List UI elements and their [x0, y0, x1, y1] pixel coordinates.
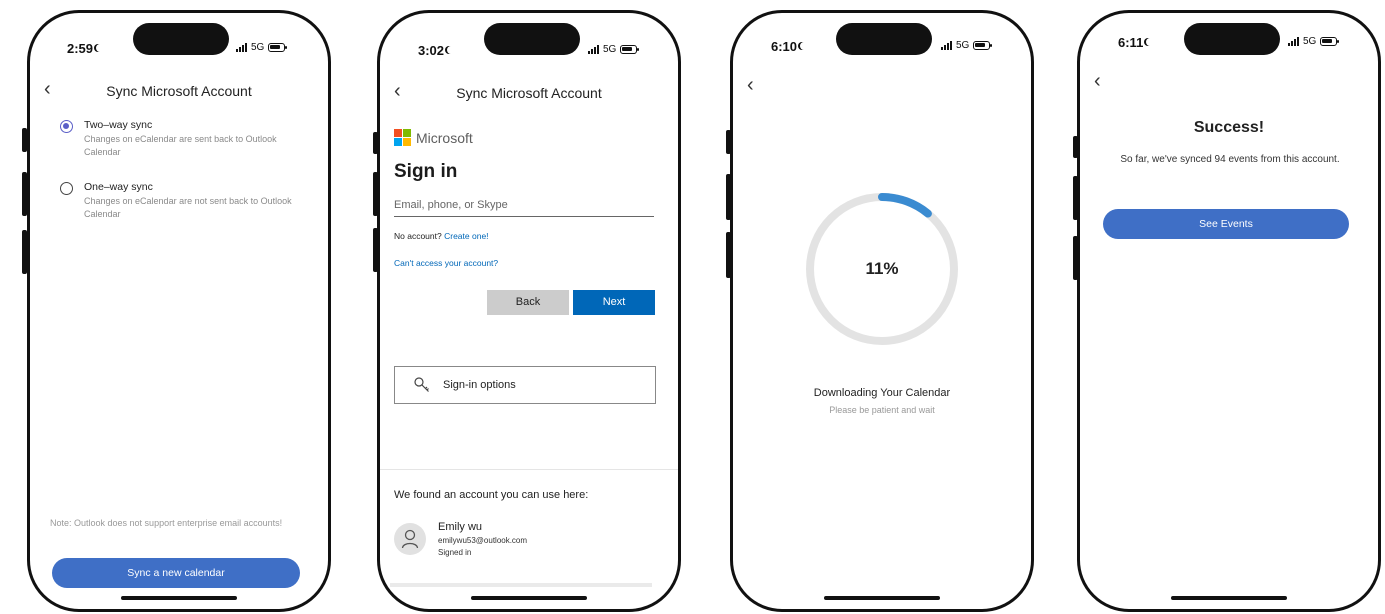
- note-text: Note: Outlook does not support enterpris…: [50, 518, 283, 528]
- status-bar-right: 5G: [236, 42, 288, 53]
- option-one-way-sync[interactable]: One–way sync Changes on eCalendar are no…: [60, 181, 300, 221]
- page-title: Sync Microsoft Account: [456, 85, 602, 101]
- home-indicator: [121, 596, 237, 600]
- page-title: Sync Microsoft Account: [106, 83, 252, 99]
- dynamic-island: [1184, 23, 1280, 55]
- avatar[interactable]: [394, 523, 426, 555]
- network-label: 5G: [603, 44, 617, 55]
- signal-icon: [588, 45, 599, 54]
- battery-icon: [268, 43, 288, 52]
- status-time: 3:02: [418, 43, 455, 58]
- option-title: One–way sync: [84, 181, 153, 193]
- option-description: Changes on eCalendar are not sent back t…: [84, 196, 292, 219]
- download-title: Downloading Your Calendar: [813, 387, 951, 399]
- phone-screen-downloading: 6:10 5G ‹ 11% Downloading Your Calendar …: [730, 10, 1034, 612]
- success-heading: Success!: [1193, 119, 1265, 136]
- divider: [380, 469, 678, 470]
- battery-icon: [1320, 37, 1340, 46]
- microsoft-logo-icon: [394, 129, 411, 146]
- radio-unselected[interactable]: [60, 182, 73, 195]
- progress-ring: 11%: [802, 189, 962, 349]
- found-account-text: We found an account you can use here:: [394, 489, 589, 501]
- network-label: 5G: [1303, 36, 1317, 47]
- see-events-button[interactable]: See Events: [1103, 209, 1349, 239]
- dynamic-island: [133, 23, 229, 55]
- home-indicator: [824, 596, 940, 600]
- create-account-link[interactable]: Create one!: [444, 231, 488, 241]
- microsoft-logo: Microsoft: [394, 129, 473, 146]
- network-label: 5G: [251, 42, 265, 53]
- moon-icon: [447, 46, 455, 54]
- option-two-way-sync[interactable]: Two–way sync Changes on eCalendar are se…: [60, 119, 300, 159]
- no-account-text: No account?: [394, 231, 442, 241]
- next-button[interactable]: Next: [573, 290, 655, 315]
- option-title: Two–way sync: [84, 119, 153, 131]
- success-message: So far, we've synced 94 events from this…: [1120, 154, 1340, 165]
- cant-access-link[interactable]: Can't access your account?: [394, 258, 498, 268]
- bottom-divider: [390, 583, 652, 587]
- account-status: Signed in: [438, 548, 472, 557]
- status-time: 2:59: [67, 41, 104, 56]
- brand-name: Microsoft: [416, 129, 473, 146]
- signal-icon: [941, 41, 952, 50]
- status-time: 6:10: [771, 39, 808, 54]
- back-chevron-icon[interactable]: ‹: [747, 75, 754, 95]
- battery-icon: [620, 45, 640, 54]
- signin-heading: Sign in: [394, 161, 458, 182]
- back-chevron-icon[interactable]: ‹: [1094, 71, 1101, 91]
- status-bar-right: 5G: [1288, 36, 1340, 47]
- sync-new-calendar-button[interactable]: Sync a new calendar: [52, 558, 300, 588]
- back-button[interactable]: Back: [487, 290, 569, 315]
- account-name[interactable]: Emily wu: [438, 521, 482, 533]
- signal-icon: [1288, 37, 1299, 46]
- radio-selected[interactable]: [60, 120, 73, 133]
- battery-icon: [973, 41, 993, 50]
- moon-icon: [96, 44, 104, 52]
- signal-icon: [236, 43, 247, 52]
- key-icon: [414, 377, 429, 392]
- email-field[interactable]: [394, 193, 654, 217]
- option-description: Changes on eCalendar are sent back to Ou…: [84, 134, 277, 157]
- phone-screen-sync-options: 2:59 5G ‹ Sync Microsoft Account Two–way…: [27, 10, 331, 612]
- network-label: 5G: [956, 40, 970, 51]
- status-bar-right: 5G: [588, 44, 640, 55]
- phone-screen-success: 6:11 5G ‹ Success! So far, we've synced …: [1077, 10, 1381, 612]
- home-indicator: [1171, 596, 1287, 600]
- progress-percent: 11%: [865, 259, 899, 278]
- moon-icon: [800, 42, 808, 50]
- account-email: emilywu53@outlook.com: [438, 536, 528, 545]
- download-subtitle: Please be patient and wait: [829, 405, 935, 415]
- moon-icon: [1146, 38, 1154, 46]
- signin-options-button[interactable]: Sign-in options: [394, 366, 656, 404]
- person-icon: [401, 529, 419, 549]
- phone-screen-microsoft-signin: 3:02 5G ‹ Sync Microsoft Account Microso…: [377, 10, 681, 612]
- status-time: 6:11: [1118, 35, 1154, 50]
- no-account-line: No account? Create one!: [394, 231, 489, 241]
- dynamic-island: [836, 23, 932, 55]
- dynamic-island: [484, 23, 580, 55]
- screens-collage: 2:59 5G ‹ Sync Microsoft Account Two–way…: [0, 0, 1385, 614]
- home-indicator: [471, 596, 587, 600]
- status-bar-right: 5G: [941, 40, 993, 51]
- signin-options-label: Sign-in options: [443, 379, 516, 391]
